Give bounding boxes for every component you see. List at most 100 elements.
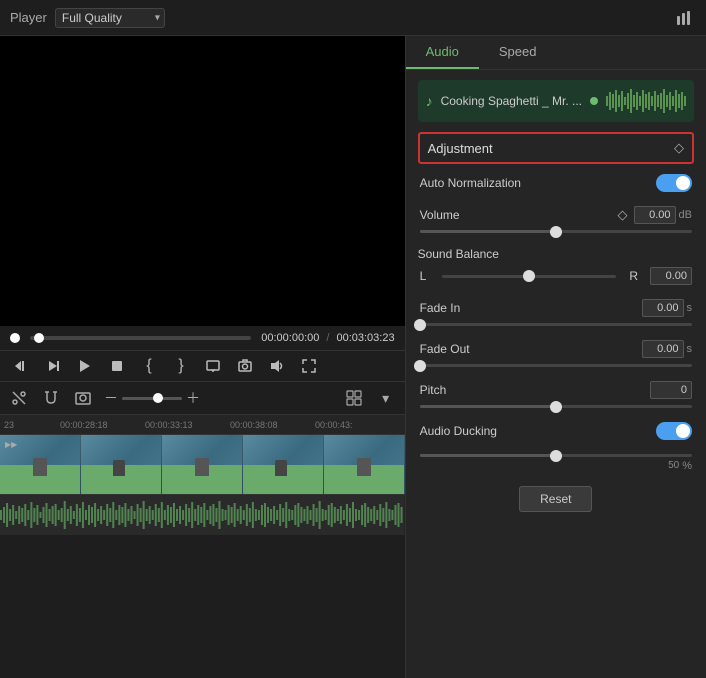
right-panel: Audio Speed ♪ Cooking Spaghetti _ Mr. ..… — [405, 36, 706, 678]
play-button[interactable] — [74, 355, 96, 377]
timeline-ruler: 23 00:00:28:18 00:00:33:13 00:00:38:08 0… — [0, 415, 405, 435]
time-separator: / — [326, 332, 329, 344]
sound-balance-row: L R — [418, 267, 694, 285]
balance-value[interactable] — [650, 267, 692, 285]
reset-button[interactable]: Reset — [519, 486, 592, 512]
audio-ducking-slider-thumb[interactable] — [550, 450, 562, 462]
time-slider[interactable] — [30, 336, 251, 340]
zoom-out-icon[interactable]: － — [104, 388, 118, 408]
sound-balance-section: Sound Balance L R — [418, 247, 694, 285]
video-frame-2 — [81, 435, 162, 494]
balance-left-label: L — [420, 269, 436, 283]
dropdown-tool[interactable]: ▾ — [375, 387, 397, 409]
balance-slider-track[interactable] — [442, 275, 616, 278]
timeline-tracks: ▶▶ — [0, 435, 405, 678]
audio-ducking-unit: % — [682, 460, 692, 472]
zoom-slider[interactable]: － ＋ — [104, 388, 200, 408]
fade-out-row: Fade Out s — [418, 340, 694, 367]
volume-diamond-icon[interactable]: ◇ — [618, 207, 628, 223]
chart-icon[interactable] — [672, 6, 696, 30]
ruler-mark-4: 00:00:43: — [315, 420, 353, 430]
photo-tool[interactable] — [72, 387, 94, 409]
fade-out-label: Fade Out — [420, 342, 500, 356]
timeline-section: 00:00:00:00 / 00:03:03:23 — [0, 326, 405, 678]
fade-out-slider-track[interactable] — [420, 364, 692, 367]
ruler-mark-0: 23 — [4, 420, 14, 430]
total-time: 00:03:03:23 — [336, 332, 394, 344]
volume-button[interactable] — [266, 355, 288, 377]
fade-out-unit: s — [687, 343, 693, 355]
zoom-track[interactable] — [122, 397, 182, 400]
fade-in-slider-thumb[interactable] — [414, 319, 426, 331]
adjustment-title: Adjustment — [428, 141, 493, 156]
step-back-button[interactable] — [10, 355, 32, 377]
fullscreen-button[interactable] — [298, 355, 320, 377]
audio-ducking-toggle[interactable] — [656, 422, 692, 440]
current-time: 00:00:00:00 — [261, 332, 319, 344]
track-name: Cooking Spaghetti _ Mr. ... — [441, 94, 582, 108]
fade-in-slider-track[interactable] — [420, 323, 692, 326]
top-bar: Player Full Quality Half Quality Quarter… — [0, 0, 706, 36]
screen-mode-button[interactable] — [202, 355, 224, 377]
video-frame-5 — [324, 435, 405, 494]
left-panel: 00:00:00:00 / 00:03:03:23 — [0, 36, 405, 678]
toolbar-bar: － ＋ ▾ — [0, 382, 405, 415]
auto-normalization-row: Auto Normalization — [418, 174, 694, 192]
sound-balance-label: Sound Balance — [418, 247, 499, 261]
audio-ducking-row: Audio Ducking — [418, 422, 694, 440]
audio-ducking-label: Audio Ducking — [420, 424, 500, 438]
grid-tool[interactable] — [343, 387, 365, 409]
adjustment-diamond-icon[interactable]: ◇ — [674, 140, 684, 156]
adjustment-section-header: Adjustment ◇ — [418, 132, 694, 164]
play-step-button[interactable] — [42, 355, 64, 377]
panel-content: ♪ Cooking Spaghetti _ Mr. ... — [406, 70, 706, 678]
ruler-mark-3: 00:00:38:08 — [230, 420, 278, 430]
ruler-mark-2: 00:00:33:13 — [145, 420, 193, 430]
magnet-tool[interactable] — [40, 387, 62, 409]
snapshot-button[interactable] — [234, 355, 256, 377]
volume-slider-track[interactable] — [420, 230, 692, 233]
zoom-in-icon[interactable]: ＋ — [186, 388, 200, 408]
volume-value[interactable] — [634, 206, 676, 224]
ruler-mark-1: 00:00:28:18 — [60, 420, 108, 430]
volume-unit: dB — [679, 209, 692, 221]
panel-tabs: Audio Speed — [406, 36, 706, 70]
video-preview — [0, 36, 405, 326]
pitch-row: Pitch — [418, 381, 694, 408]
volume-slider-thumb[interactable] — [550, 226, 562, 238]
fade-in-value[interactable] — [642, 299, 684, 317]
track-item[interactable]: ♪ Cooking Spaghetti _ Mr. ... — [418, 80, 694, 122]
fade-out-value[interactable] — [642, 340, 684, 358]
mark-out-button[interactable]: } — [170, 355, 192, 377]
quality-select[interactable]: Full Quality Half Quality Quarter Qualit… — [55, 8, 165, 28]
fade-in-label: Fade In — [420, 301, 500, 315]
volume-label: Volume — [420, 208, 500, 222]
tab-audio[interactable]: Audio — [406, 36, 479, 69]
tab-speed[interactable]: Speed — [479, 36, 557, 69]
main-layout: 00:00:00:00 / 00:03:03:23 — [0, 36, 706, 678]
fade-in-row: Fade In s — [418, 299, 694, 326]
audio-track[interactable] — [0, 495, 405, 535]
track-music-icon: ♪ — [426, 93, 433, 109]
balance-slider-thumb[interactable] — [523, 270, 535, 282]
pitch-value[interactable] — [650, 381, 692, 399]
playback-bar: 00:00:00:00 / 00:03:03:23 — [0, 326, 405, 351]
track-dot — [590, 97, 598, 105]
cut-tool[interactable] — [8, 387, 30, 409]
pitch-label: Pitch — [420, 383, 500, 397]
audio-ducking-slider-row: 50 % — [418, 454, 694, 472]
auto-normalization-toggle[interactable] — [656, 174, 692, 192]
fade-out-slider-thumb[interactable] — [414, 360, 426, 372]
pitch-slider-track[interactable] — [420, 405, 692, 408]
mark-in-button[interactable]: { — [138, 355, 160, 377]
audio-ducking-slider-track[interactable] — [420, 454, 692, 457]
quality-wrapper[interactable]: Full Quality Half Quality Quarter Qualit… — [55, 8, 165, 28]
video-frame-4 — [243, 435, 324, 494]
playhead-thumb[interactable] — [10, 333, 20, 343]
fade-in-unit: s — [687, 302, 693, 314]
stop-button[interactable] — [106, 355, 128, 377]
video-frame-1: ▶▶ — [0, 435, 81, 494]
video-track[interactable]: ▶▶ — [0, 435, 405, 495]
balance-right-label: R — [622, 269, 638, 283]
pitch-slider-thumb[interactable] — [550, 401, 562, 413]
